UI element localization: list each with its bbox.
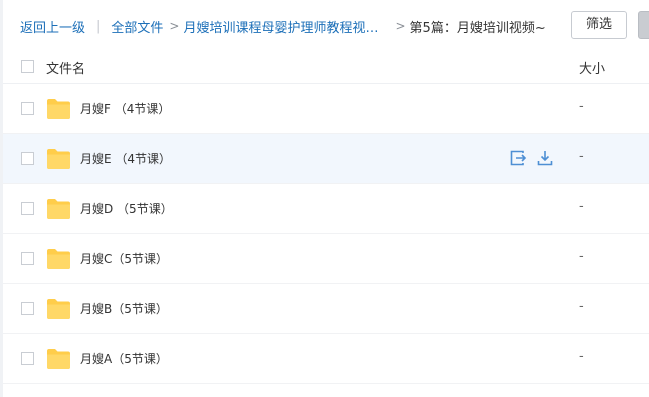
row-checkbox[interactable] — [21, 302, 34, 315]
size-value: - — [579, 349, 584, 364]
column-header-name[interactable]: 文件名 — [46, 58, 85, 77]
row-checkbox[interactable] — [21, 202, 34, 215]
folder-name-link[interactable]: 月嫂D （5节课） — [80, 200, 173, 217]
row-checkbox[interactable] — [21, 252, 34, 265]
row-checkbox[interactable] — [21, 352, 34, 365]
folder-name-link[interactable]: 月嫂B（5节课） — [80, 300, 168, 317]
all-files-link[interactable]: 全部文件 — [111, 17, 163, 36]
folder-name-link[interactable]: 月嫂A（5节课） — [80, 350, 168, 367]
table-row[interactable]: 月嫂F （4节课） - — [3, 84, 649, 134]
row-checkbox[interactable] — [21, 152, 34, 165]
folder-name-link[interactable]: 月嫂E （4节课） — [80, 150, 171, 167]
select-all-checkbox[interactable] — [21, 60, 34, 73]
table-row[interactable]: 月嫂E （4节课） - — [3, 134, 649, 184]
size-value: - — [579, 199, 584, 214]
toolbar-button-partial[interactable] — [638, 11, 649, 39]
back-link[interactable]: 返回上一级 — [20, 17, 85, 36]
size-value: - — [579, 299, 584, 314]
size-value: - — [579, 249, 584, 264]
share-icon[interactable] — [509, 149, 527, 167]
size-value: - — [579, 149, 584, 164]
folder-icon — [46, 98, 71, 120]
breadcrumb-bar: 返回上一级 | 全部文件 > 月嫂培训课程母婴护理师教程视频… > 第5篇：月嫂… — [3, 0, 649, 50]
folder-name-link[interactable]: 月嫂F （4节课） — [80, 100, 170, 117]
folder-icon — [46, 198, 71, 220]
table-row[interactable]: 月嫂B（5节课） - — [3, 284, 649, 334]
breadcrumb: 返回上一级 | 全部文件 > 月嫂培训课程母婴护理师教程视频… > 第5篇：月嫂… — [20, 17, 546, 36]
column-header-size[interactable]: 大小 — [579, 58, 605, 77]
table-row[interactable]: 月嫂A（5节课） - — [3, 334, 649, 384]
chevron-right-icon: > — [169, 19, 180, 33]
table-row[interactable]: 月嫂D （5节课） - — [3, 184, 649, 234]
folder-icon — [46, 148, 71, 170]
breadcrumb-divider: | — [96, 18, 101, 34]
row-actions — [509, 149, 554, 167]
table-header: 文件名 大小 — [3, 50, 649, 84]
parent-folder-link[interactable]: 月嫂培训课程母婴护理师教程视频… — [183, 17, 389, 36]
filter-button[interactable]: 筛选 — [571, 11, 627, 39]
row-checkbox[interactable] — [21, 102, 34, 115]
size-value: - — [579, 99, 584, 114]
folder-icon — [46, 248, 71, 270]
table-row[interactable]: 月嫂C（5节课） - — [3, 234, 649, 284]
chevron-right-icon: > — [395, 19, 406, 33]
folder-name-link[interactable]: 月嫂C（5节课） — [80, 250, 168, 267]
folder-icon — [46, 298, 71, 320]
download-icon[interactable] — [536, 149, 554, 167]
file-browser: 返回上一级 | 全部文件 > 月嫂培训课程母婴护理师教程视频… > 第5篇：月嫂… — [0, 0, 649, 397]
current-folder-label: 第5篇：月嫂培训视频~ — [409, 20, 546, 36]
folder-icon — [46, 348, 71, 370]
